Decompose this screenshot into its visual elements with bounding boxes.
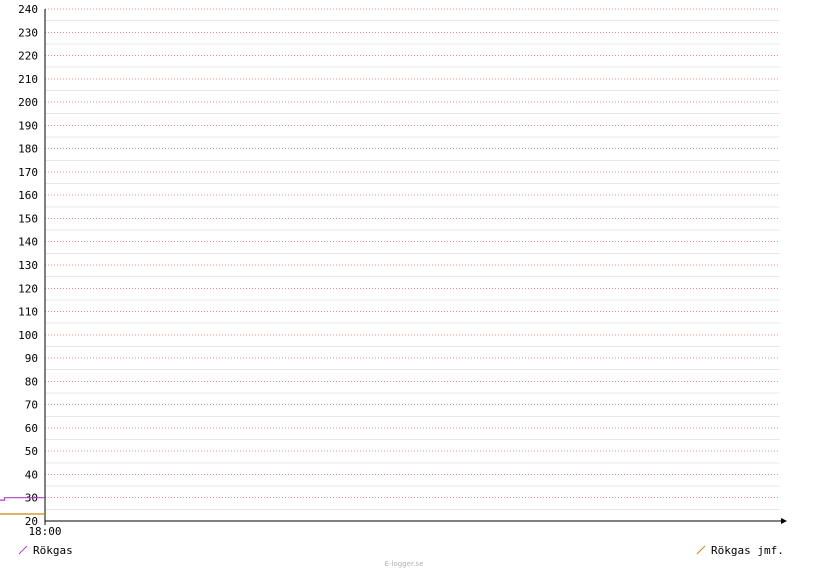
x-tick-label: 18:00 [28, 525, 61, 538]
grid [45, 8, 780, 510]
legend-label-rokgas-jmf: Rökgas jmf. [711, 544, 784, 557]
y-tick-label: 140 [18, 236, 38, 249]
y-tick-label: 80 [25, 375, 38, 388]
y-tick-label: 190 [18, 119, 38, 132]
legend-swatch-rokgas-jmf [696, 545, 706, 555]
y-tick-label: 240 [18, 3, 38, 16]
y-tick-label: 40 [25, 468, 38, 481]
y-tick-label: 160 [18, 189, 38, 202]
y-tick-label: 110 [18, 306, 38, 319]
y-tick-label: 90 [25, 352, 38, 365]
y-tick-label: 200 [18, 96, 38, 109]
y-tick-label: 230 [18, 26, 38, 39]
legend: Rökgas Rökgas jmf. [18, 544, 784, 557]
y-tick-label: 220 [18, 50, 38, 63]
chart-root: 2030405060708090100110120130140150160170… [0, 3, 787, 568]
y-tick-label: 50 [25, 445, 38, 458]
y-tick-label: 180 [18, 143, 38, 156]
y-tick-label: 210 [18, 73, 38, 86]
y-tick-label: 70 [25, 399, 38, 412]
x-axis-arrow [781, 518, 787, 524]
y-tick-label: 130 [18, 259, 38, 272]
legend-label-rokgas: Rökgas [33, 544, 73, 557]
y-tick-label: 170 [18, 166, 38, 179]
footer-watermark: E-logger.se [385, 560, 424, 568]
y-tick-label: 60 [25, 422, 38, 435]
y-tick-label: 100 [18, 329, 38, 342]
legend-swatch-rokgas [18, 545, 28, 555]
y-tick-label: 120 [18, 282, 38, 295]
y-tick-label: 150 [18, 212, 38, 225]
axes: 2030405060708090100110120130140150160170… [18, 3, 787, 538]
